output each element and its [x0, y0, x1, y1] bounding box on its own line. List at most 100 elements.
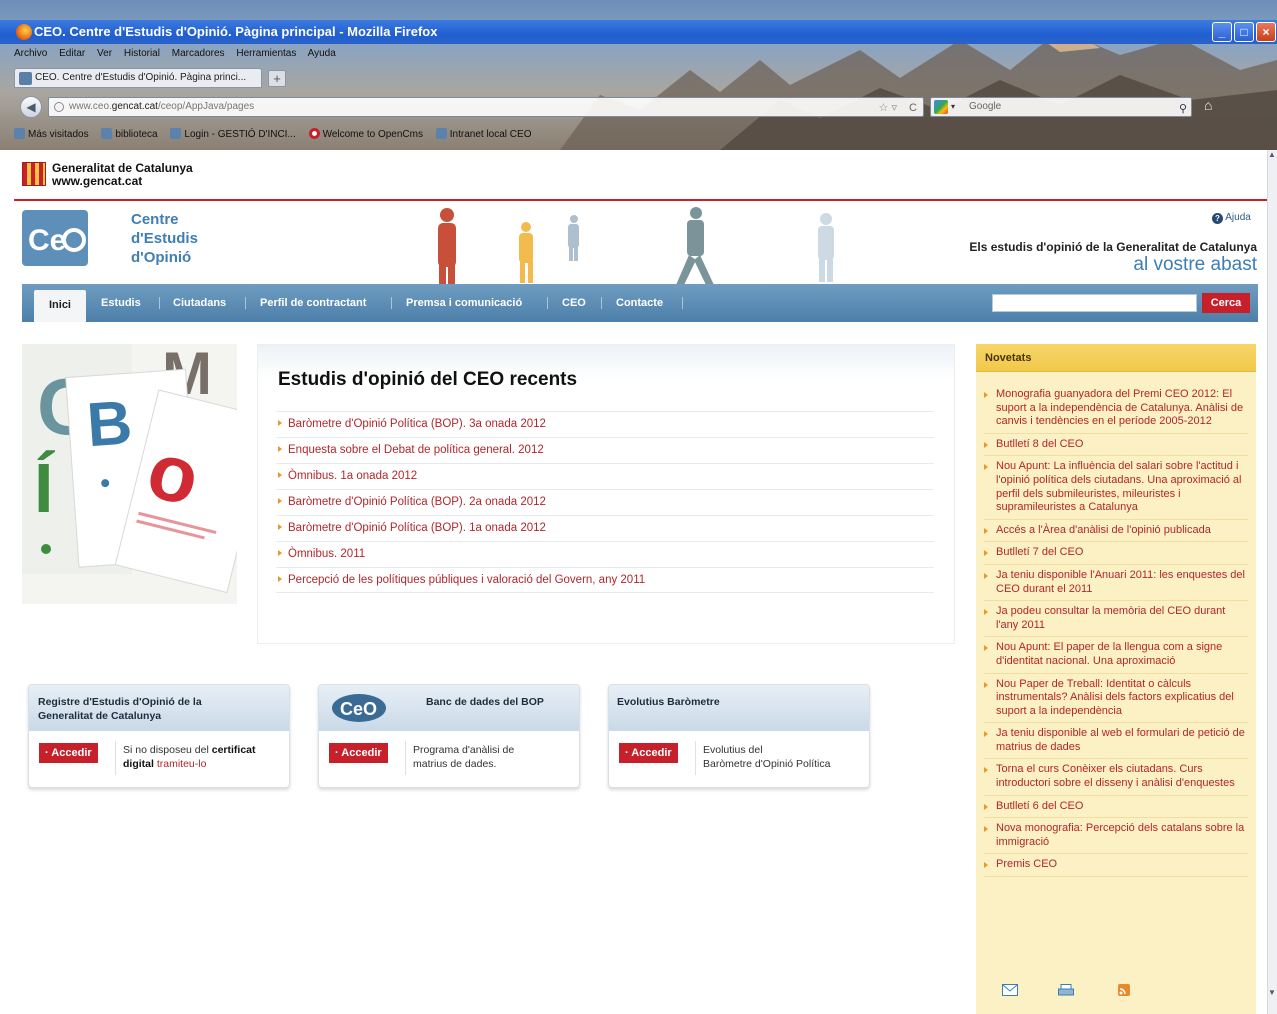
recent-studies-title: Estudis d'opinió del CEO recents	[278, 369, 578, 390]
engine-dropdown-icon[interactable]: ▾	[951, 98, 955, 116]
study-link[interactable]: Enquesta sobre el Debat de política gene…	[288, 444, 544, 456]
nav-premsa-i-comunicacio[interactable]: Premsa i comunicació	[406, 284, 522, 322]
gencat-logo-icon[interactable]	[22, 162, 46, 186]
search-button[interactable]: Cerca	[1202, 293, 1250, 313]
box-text-line1: Evolutius del	[703, 744, 763, 756]
list-item[interactable]: Òmnibus. 1a onada 2012	[276, 463, 934, 489]
study-link[interactable]: Baròmetre d'Opinió Política (BOP). 1a on…	[288, 522, 546, 534]
study-link[interactable]: Òmnibus. 2011	[288, 548, 365, 560]
tramiteu-link[interactable]: tramiteu-lo	[154, 758, 207, 770]
list-item[interactable]: Percepció de les polítiques públiques i …	[276, 567, 934, 593]
bookmark-login[interactable]: Login - GESTIÓ D'INCI...	[170, 128, 296, 140]
menu-ayuda[interactable]: Ayuda	[308, 48, 336, 59]
registre-box: Registre d'Estudis d'Opinió de la Genera…	[28, 684, 290, 788]
list-item[interactable]: Accés a l'Àrea d'anàlisi de l'opinió pub…	[984, 520, 1248, 543]
nav-ceo[interactable]: CEO	[562, 284, 586, 322]
ceo-logo[interactable]: Ce	[22, 210, 88, 266]
minimize-button[interactable]: _	[1212, 22, 1232, 42]
menu-archivo[interactable]: Archivo	[14, 48, 47, 59]
bookmark-intranet[interactable]: Intranet local CEO	[435, 128, 531, 140]
list-item[interactable]: Baròmetre d'Opinió Política (BOP). 3a on…	[276, 411, 934, 437]
nav-ciutadans[interactable]: Ciutadans	[173, 284, 226, 322]
list-item[interactable]: Premis CEO	[984, 854, 1248, 878]
list-item[interactable]: Nou Apunt: La influència del salari sobr…	[984, 456, 1248, 520]
bookmark-star-icon[interactable]: ☆ ▿	[879, 99, 897, 117]
reload-icon[interactable]: C	[909, 99, 917, 117]
scroll-down-arrow-icon[interactable]: ▼	[1267, 988, 1277, 1000]
browser-tab[interactable]: CEO. Centre d'Estudis d'Opinió. Pàgina p…	[14, 68, 262, 88]
list-item[interactable]: Ja podeu consultar la memòria del CEO du…	[984, 601, 1248, 638]
bookmark-mas-visitados[interactable]: Más visitados	[14, 128, 89, 140]
bookmark-opencms[interactable]: Welcome to OpenCms	[308, 128, 423, 140]
box-text-line1: Programa d'anàlisi de	[413, 744, 515, 756]
news-link[interactable]: Accés a l'Àrea d'anàlisi de l'opinió pub…	[996, 524, 1211, 536]
menu-editar[interactable]: Editar	[59, 48, 85, 59]
list-item[interactable]: Torna el curs Conèixer els ciutadans. Cu…	[984, 759, 1248, 796]
search-engine-bar[interactable]: ▾ Google ⚲	[930, 97, 1192, 117]
list-item[interactable]: Butlletí 8 del CEO	[984, 434, 1248, 457]
menu-ver[interactable]: Ver	[97, 48, 112, 59]
new-tab-button[interactable]: +	[268, 70, 286, 87]
nav-separator	[682, 297, 683, 309]
nav-estudis[interactable]: Estudis	[101, 284, 141, 322]
list-item[interactable]: Nou Apunt: El paper de la llengua com a …	[984, 637, 1248, 674]
nav-perfil-de-contractant[interactable]: Perfil de contractant	[260, 284, 366, 322]
gencat-name[interactable]: Generalitat de Catalunya www.gencat.cat	[52, 162, 193, 188]
list-item[interactable]: Nova monografia: Percepció dels catalans…	[984, 818, 1248, 855]
list-item[interactable]: Ja teniu disponible al web el formulari …	[984, 723, 1248, 760]
nav-inici[interactable]: Inici	[34, 290, 86, 322]
accedir-button[interactable]: · Accedir	[619, 743, 678, 763]
print-icon[interactable]	[1058, 984, 1074, 996]
help-link[interactable]: ? Ajuda	[1212, 212, 1251, 224]
news-link[interactable]: Ja teniu disponible l'Anuari 2011: les e…	[996, 569, 1245, 595]
news-link[interactable]: Nou Apunt: El paper de la llengua com a …	[996, 641, 1222, 667]
list-item[interactable]: Butlletí 6 del CEO	[984, 796, 1248, 819]
list-item[interactable]: Ja teniu disponible l'Anuari 2011: les e…	[984, 565, 1248, 602]
menu-herramientas[interactable]: Herramientas	[236, 48, 296, 59]
rss-icon[interactable]	[1116, 984, 1132, 996]
study-link[interactable]: Percepció de les polítiques públiques i …	[288, 574, 645, 586]
title-bar: CEO. Centre d'Estudis d'Opinió. Pàgina p…	[0, 20, 1277, 44]
list-item[interactable]: Baròmetre d'Opinió Política (BOP). 1a on…	[276, 515, 934, 541]
scroll-up-arrow-icon[interactable]: ▲	[1267, 150, 1277, 162]
list-item[interactable]: Butlletí 7 del CEO	[984, 542, 1248, 565]
news-link[interactable]: Nou Apunt: La influència del salari sobr…	[996, 460, 1241, 513]
nav-contacte[interactable]: Contacte	[616, 284, 663, 322]
menu-historial[interactable]: Historial	[124, 48, 160, 59]
news-link[interactable]: Butlletí 7 del CEO	[996, 546, 1083, 558]
ceo-name[interactable]: Centre d'Estudis d'Opinió	[131, 210, 198, 267]
list-item[interactable]: Òmnibus. 2011	[276, 541, 934, 567]
news-link[interactable]: Ja teniu disponible al web el formulari …	[996, 727, 1245, 753]
list-item[interactable]: Enquesta sobre el Debat de política gene…	[276, 437, 934, 463]
recent-studies-panel: Estudis d'opinió del CEO recents Baròmet…	[257, 344, 955, 644]
news-link[interactable]: Premis CEO	[996, 858, 1057, 870]
news-link[interactable]: Ja podeu consultar la memòria del CEO du…	[996, 605, 1225, 631]
news-link[interactable]: Nova monografia: Percepció dels catalans…	[996, 822, 1244, 848]
news-link[interactable]: Butlletí 8 del CEO	[996, 438, 1083, 450]
maximize-button[interactable]: □	[1234, 22, 1254, 42]
list-item[interactable]: Baròmetre d'Opinió Política (BOP). 2a on…	[276, 489, 934, 515]
list-item[interactable]: Nou Paper de Treball: Identitat o càlcul…	[984, 674, 1248, 724]
email-icon[interactable]	[1002, 984, 1018, 996]
magnifier-icon[interactable]: ⚲	[1179, 100, 1187, 118]
news-link[interactable]: Nou Paper de Treball: Identitat o càlcul…	[996, 678, 1234, 717]
bookmark-biblioteca[interactable]: biblioteca	[101, 128, 158, 140]
menu-marcadores[interactable]: Marcadores	[172, 48, 225, 59]
address-bar[interactable]: www.ceo.gencat.cat/ceop/AppJava/pages ☆ …	[48, 97, 924, 117]
accedir-button[interactable]: · Accedir	[329, 743, 388, 763]
page-scrollbar[interactable]	[1267, 150, 1277, 1014]
study-link[interactable]: Òmnibus. 1a onada 2012	[288, 470, 417, 482]
study-link[interactable]: Baròmetre d'Opinió Política (BOP). 2a on…	[288, 496, 546, 508]
news-link[interactable]: Butlletí 6 del CEO	[996, 800, 1083, 812]
list-item[interactable]: Monografia guanyadora del Premi CEO 2012…	[984, 384, 1248, 434]
site-search-input[interactable]	[992, 294, 1197, 312]
news-link[interactable]: Torna el curs Conèixer els ciutadans. Cu…	[996, 763, 1235, 789]
close-button[interactable]: ×	[1256, 22, 1276, 42]
accedir-button[interactable]: · Accedir	[39, 743, 98, 763]
news-link[interactable]: Monografia guanyadora del Premi CEO 2012…	[996, 388, 1243, 427]
publications-promo-image[interactable]: C M Í B o	[22, 344, 237, 604]
study-link[interactable]: Baròmetre d'Opinió Política (BOP). 3a on…	[288, 418, 546, 430]
back-button[interactable]: ◀	[20, 96, 42, 118]
bullet-arrow-icon	[984, 645, 988, 652]
home-icon[interactable]: ⌂	[1204, 97, 1212, 113]
